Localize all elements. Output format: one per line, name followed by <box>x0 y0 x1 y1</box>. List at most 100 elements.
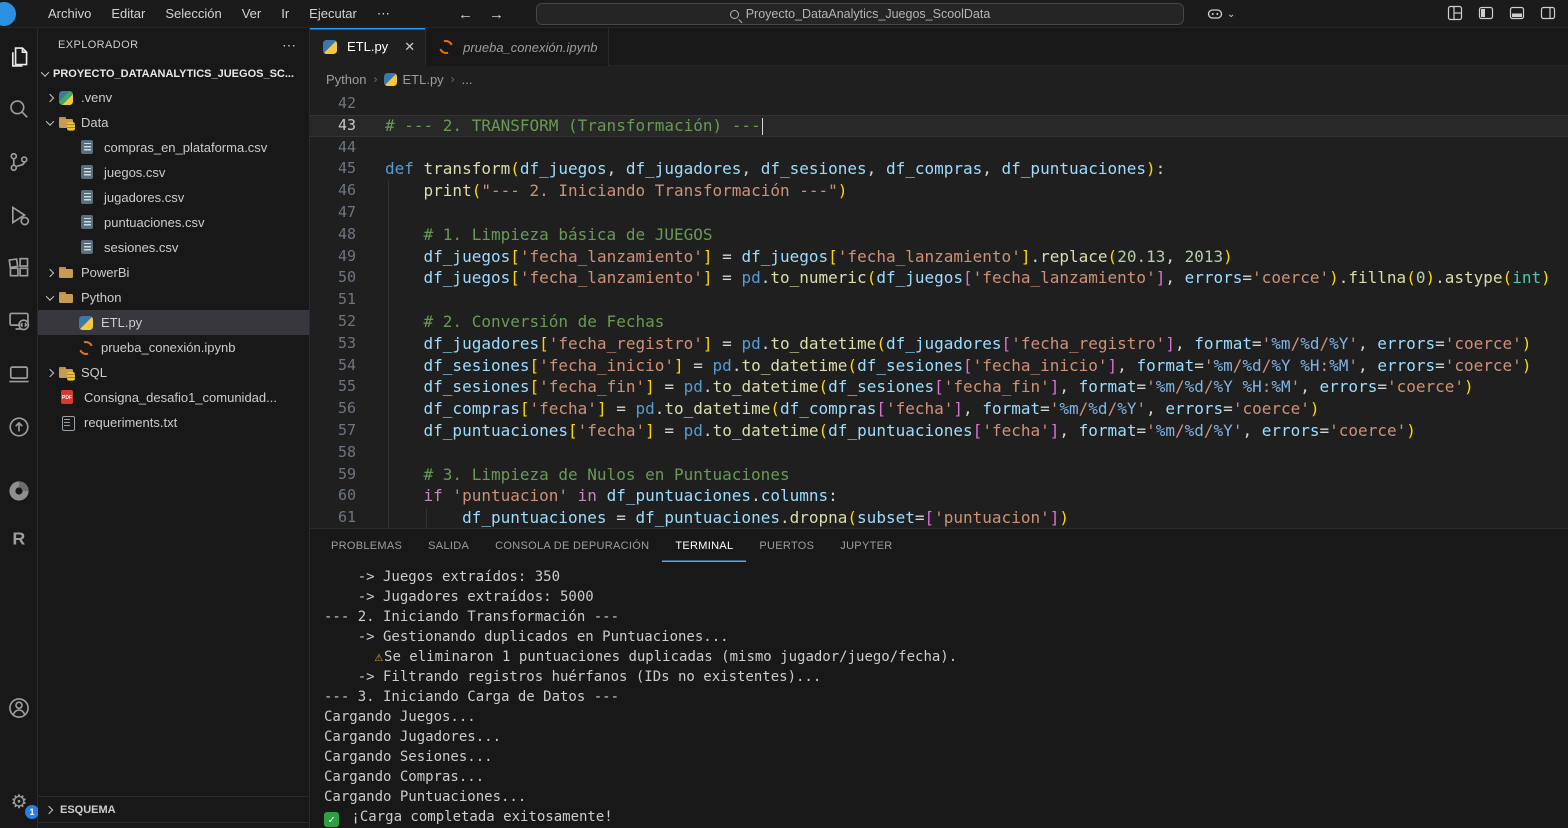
tree-item-sql[interactable]: SQL <box>38 360 309 385</box>
tab-label: ETL.py <box>347 39 389 54</box>
customize-layout-icon[interactable] <box>1447 5 1463 21</box>
toggle-secondary-sidebar-icon[interactable] <box>1540 5 1556 21</box>
sidebar-more-actions-icon[interactable]: ⋯ <box>282 37 297 54</box>
line-number: 52 <box>337 311 356 330</box>
panel-tab-jupyter[interactable]: JUPYTER <box>827 530 905 562</box>
code-line: 51 <box>310 289 1568 311</box>
search-icon[interactable] <box>7 97 31 121</box>
tree-item-powerbi[interactable]: PowerBi <box>38 260 309 285</box>
nav-back-icon[interactable]: ← <box>458 6 473 23</box>
panel-tab-consola-de-depuraci-n[interactable]: CONSOLA DE DEPURACIÓN <box>482 530 662 562</box>
tree-item-prueba-conexi-n-ipynb[interactable]: prueba_conexión.ipynb <box>38 335 309 360</box>
copilot-button[interactable]: ⌄ <box>1206 4 1235 24</box>
remote-explorer-icon[interactable] <box>7 309 31 333</box>
toggle-sidebar-icon[interactable] <box>1478 5 1494 21</box>
menu-item-seleccin[interactable]: Selección <box>155 0 231 28</box>
browser-tool-icon[interactable] <box>7 479 31 503</box>
close-icon[interactable]: ✕ <box>404 39 415 55</box>
code-text: df_sesiones['fecha_inicio'] = pd.to_date… <box>423 355 1532 375</box>
code-line: 54 df_sesiones['fecha_inicio'] = pd.to_d… <box>310 355 1568 377</box>
tree-item-label: Consigna_desafio1_comunidad... <box>84 390 277 405</box>
chevron-right-icon <box>42 368 58 377</box>
panel-tab-puertos[interactable]: PUERTOS <box>746 530 827 562</box>
tree-item-juegos-csv[interactable]: juegos.csv <box>38 160 309 185</box>
outline-section[interactable]: ESQUEMA <box>38 796 309 823</box>
tree-item-etl-py[interactable]: ETL.py <box>38 310 309 335</box>
toggle-panel-icon[interactable] <box>1509 5 1525 21</box>
tree-item-consigna-desafio1-comunidad-[interactable]: Consigna_desafio1_comunidad... <box>38 385 309 410</box>
breadcrumb-label: Python <box>326 71 367 87</box>
code-text: print("--- 2. Iniciando Transformación -… <box>423 181 848 201</box>
tree-item-jugadores-csv[interactable]: jugadores.csv <box>38 185 309 210</box>
tree-item-label: jugadores.csv <box>104 190 185 205</box>
csv-file-icon <box>79 165 95 181</box>
svg-text:R: R <box>12 529 25 549</box>
tree-item-data[interactable]: Data <box>38 110 309 135</box>
extensions-icon[interactable] <box>7 256 31 280</box>
accounts-icon[interactable] <box>7 696 31 720</box>
search-icon <box>729 9 739 19</box>
tab-etl-py[interactable]: ETL.py ✕ <box>310 28 427 66</box>
line-number: 57 <box>337 420 356 439</box>
tree-item--venv[interactable]: .venv <box>38 85 309 110</box>
live-preview-icon[interactable] <box>7 362 31 386</box>
terminal-line: --- 3. Iniciando Carga de Datos --- <box>324 689 620 705</box>
menu-item-ir[interactable]: Ir <box>271 0 299 28</box>
python-icon <box>384 72 398 86</box>
r-language-icon[interactable]: R <box>7 526 31 550</box>
code-editor[interactable]: 42 43 # --- 2. TRANSFORM (Transformación) … <box>310 92 1568 528</box>
jupyter-file-icon <box>76 338 96 357</box>
breadcrumb-item-python[interactable]: Python <box>326 72 366 87</box>
command-center-search[interactable]: Proyecto_DataAnalytics_Juegos_ScoolData <box>536 3 1184 25</box>
file-tree: .venv Data compras_en_plataforma.csv juegos… <box>38 85 309 435</box>
code-line: 47 <box>310 202 1568 224</box>
breadcrumb[interactable]: Python › ETL.py ›... <box>310 66 1568 92</box>
explorer-sidebar: EXPLORADOR ⋯ PROYECTO_DATAANALYTICS_JUEG… <box>38 28 310 828</box>
line-number: 51 <box>337 290 356 309</box>
breadcrumb-item-etl-py[interactable]: ETL.py <box>384 71 444 87</box>
code-line: 59 # 3. Limpieza de Nulos en Puntuacione… <box>310 464 1568 486</box>
python-file-icon <box>79 315 93 330</box>
txt-file-icon <box>59 415 75 431</box>
tree-item-puntuaciones-csv[interactable]: puntuaciones.csv <box>38 210 309 235</box>
nav-forward-icon[interactable]: → <box>489 6 504 23</box>
bottom-panel: PROBLEMAS SALIDA CONSOLA DE DEPURACIÓN TERM… <box>310 528 1568 828</box>
tree-item-requeriments-txt[interactable]: requeriments.txt <box>38 410 309 435</box>
line-number: 42 <box>337 94 356 112</box>
settings-icon[interactable]: ⚙ 1 <box>7 791 39 819</box>
menu-item-ver[interactable]: Ver <box>232 0 272 28</box>
tree-item-compras-en-plataforma-csv[interactable]: compras_en_plataforma.csv <box>38 135 309 160</box>
panel-tab-problemas[interactable]: PROBLEMAS <box>318 530 415 562</box>
code-text: # 2. Conversión de Fechas <box>423 311 665 331</box>
terminal-line: ✓ ¡Carga completada exitosamente! <box>324 807 1568 827</box>
explorer-icon[interactable] <box>7 45 31 69</box>
csv-file-icon <box>79 215 95 231</box>
warning-icon: ⚠ <box>374 649 384 665</box>
code-text: # --- 2. TRANSFORM (Transformación) --- <box>356 115 764 137</box>
menu-item-editar[interactable]: Editar <box>101 0 155 28</box>
menu-item-[interactable]: ⋯ <box>367 0 400 28</box>
tab-prueba-conexi-n-ipynb[interactable]: prueba_conexión.ipynb <box>426 28 609 66</box>
menu-item-ejecutar[interactable]: Ejecutar <box>299 0 367 28</box>
tree-item-sesiones-csv[interactable]: sesiones.csv <box>38 235 309 260</box>
line-number: 59 <box>337 464 356 483</box>
breadcrumb-label: ETL.py <box>402 71 444 87</box>
jupyter-icon <box>436 37 456 57</box>
menu-item-archivo[interactable]: Archivo <box>38 0 101 28</box>
breadcrumb-item--[interactable]: ... <box>462 72 473 87</box>
live-share-icon[interactable] <box>7 415 31 439</box>
source-control-icon[interactable] <box>7 150 31 174</box>
breadcrumb-separator: › <box>373 72 378 86</box>
terminal-output[interactable]: -> Juegos extraídos: 350 -> Jugadores ex… <box>310 562 1568 827</box>
chevron-right-icon <box>42 268 58 277</box>
tree-item-label: puntuaciones.csv <box>104 215 205 230</box>
project-root-folder[interactable]: PROYECTO_DATAANALYTICS_JUEGOS_SC... <box>38 62 309 85</box>
tree-item-python[interactable]: Python <box>38 285 309 310</box>
code-text: df_juegos['fecha_lanzamiento'] = pd.to_n… <box>423 268 1551 288</box>
run-debug-icon[interactable] <box>7 203 31 227</box>
code-text: df_juegos['fecha_lanzamiento'] = df_jueg… <box>423 246 1233 266</box>
terminal-line: Cargando Compras... <box>324 769 485 785</box>
panel-tab-terminal[interactable]: TERMINAL <box>662 530 746 562</box>
panel-tab-salida[interactable]: SALIDA <box>415 530 482 562</box>
